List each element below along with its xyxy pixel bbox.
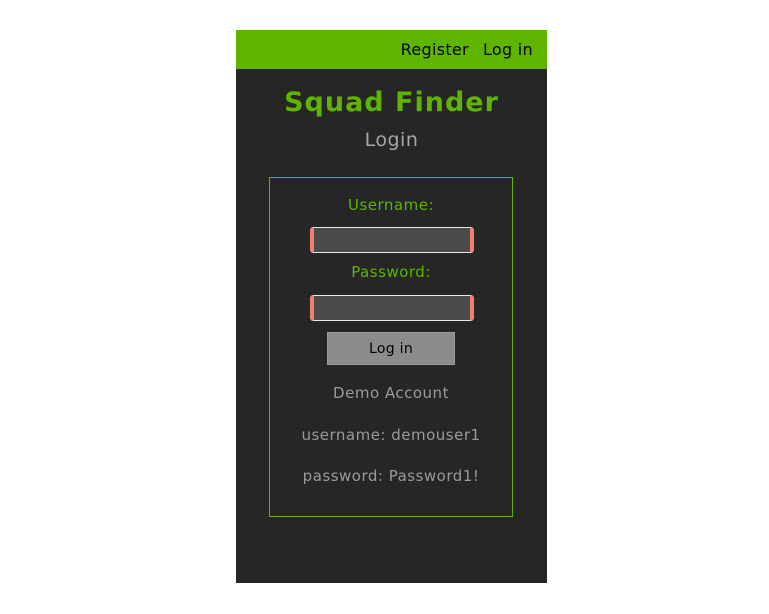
demo-password-text: password: Password1! [302,467,480,485]
login-submit-button[interactable]: Log in [327,332,455,365]
username-label: Username: [347,196,435,214]
demo-account-heading: Demo Account [333,384,449,402]
app-panel: Register Log in Squad Finder Login Usern… [236,30,547,583]
top-nav-bar: Register Log in [236,30,547,69]
demo-username-text: username: demouser1 [301,426,481,444]
username-input[interactable] [310,227,474,253]
login-link[interactable]: Log in [483,40,533,59]
password-label: Password: [351,263,431,281]
brand-logo-title: Squad Finder [284,87,499,118]
page-title: Login [364,129,419,151]
register-link[interactable]: Register [401,40,469,59]
password-input[interactable] [310,295,474,321]
login-form: Username: Password: Log in Demo Account … [269,177,513,517]
